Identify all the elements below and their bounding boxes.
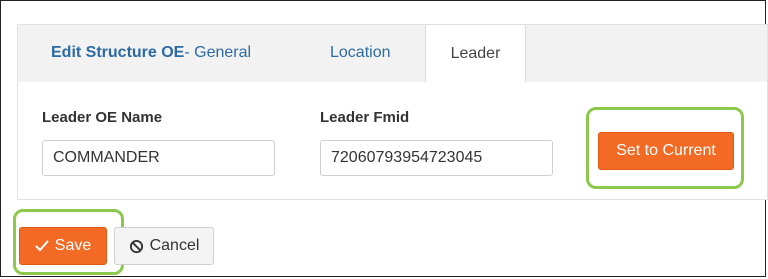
save-button-label: Save bbox=[54, 237, 92, 254]
leader-fmid-input[interactable]: 72060793954723045 bbox=[320, 140, 553, 176]
tab-leader[interactable]: Leader bbox=[425, 24, 526, 82]
tab-bar: Edit Structure OE - General Location Lea… bbox=[17, 24, 768, 82]
tab-title-rest: - General bbox=[184, 44, 252, 61]
tab-title-bold: Edit Structure OE bbox=[51, 44, 185, 61]
leader-oe-name-label: Leader OE Name bbox=[42, 109, 163, 126]
ban-icon bbox=[129, 239, 144, 254]
checkmark-icon bbox=[35, 240, 49, 252]
cancel-button-label: Cancel bbox=[149, 237, 200, 254]
cancel-button[interactable]: Cancel bbox=[114, 227, 214, 265]
set-to-current-button[interactable]: Set to Current bbox=[598, 132, 734, 170]
tab-edit-structure-general[interactable]: Edit Structure OE - General bbox=[51, 24, 251, 82]
tab-location[interactable]: Location bbox=[330, 24, 391, 82]
leader-oe-name-input[interactable]: COMMANDER bbox=[42, 140, 275, 176]
leader-fmid-label: Leader Fmid bbox=[320, 109, 410, 126]
save-button[interactable]: Save bbox=[19, 227, 107, 265]
